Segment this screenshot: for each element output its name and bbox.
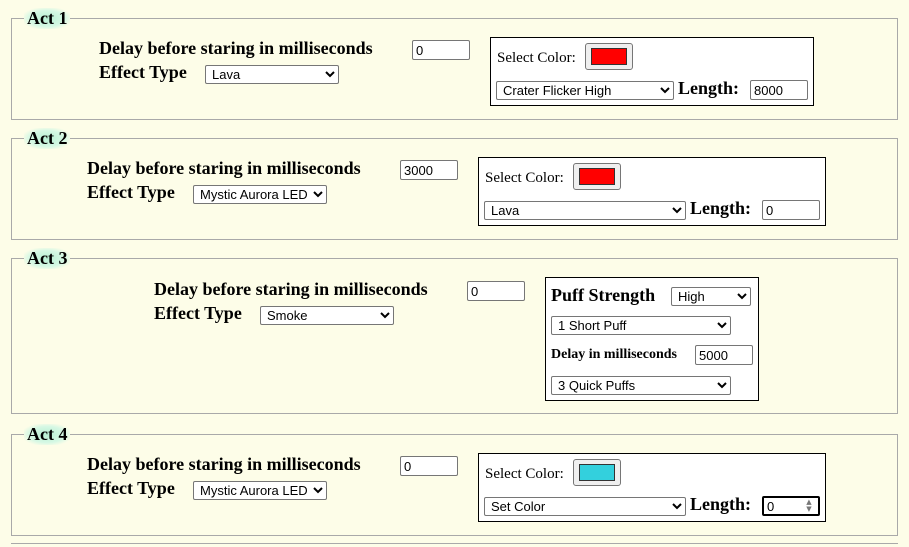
act-4-length-spinner-icon[interactable]: ▲ ▼ [804, 499, 814, 513]
act-3-puff-delay-input[interactable] [695, 345, 753, 365]
act-4-legend: Act 4 [24, 424, 71, 445]
act-3-fieldset: Act 3 Delay before staring in millisecon… [11, 248, 898, 414]
act-1-length-input[interactable] [750, 80, 808, 100]
act-4-fieldset: Act 4 Delay before staring in millisecon… [11, 424, 898, 536]
act-3-smoke-box: Puff Strength High 1 Short Puff Delay in… [545, 277, 759, 401]
act-1-color-picker[interactable] [585, 43, 633, 70]
act-3-puff-pattern2-select[interactable]: 3 Quick Puffs [551, 376, 731, 395]
act-3-puff-delay-label: Delay in milliseconds [551, 347, 678, 362]
act-4-delay-label: Delay before staring in milliseconds [87, 454, 361, 474]
act-4-color-picker[interactable] [573, 459, 621, 486]
act-4-length-label: Length: [690, 494, 752, 514]
act-4-select-color-label: Select Color: [485, 466, 564, 482]
act-1-fieldset: Act 1 Delay before staring in millisecon… [11, 8, 898, 120]
act-2-fieldset: Act 2 Delay before staring in millisecon… [11, 128, 898, 240]
act-2-effect-select[interactable]: Mystic Aurora LED [193, 185, 327, 204]
act-4-effect-label: Effect Type [87, 478, 175, 498]
act-1-legend: Act 1 [24, 8, 71, 29]
act-3-puff-strength-select[interactable]: High [671, 287, 751, 306]
act-2-effect-label: Effect Type [87, 182, 175, 202]
act-1-pattern-select[interactable]: Crater Flicker High [496, 81, 674, 100]
act-1-length-label: Length: [678, 78, 740, 98]
act-2-length-input[interactable] [762, 200, 820, 220]
act-3-delay-input[interactable] [467, 281, 525, 301]
act-2-delay-input[interactable] [400, 160, 458, 180]
act-3-delay-label: Delay before staring in milliseconds [154, 279, 428, 299]
act-2-color-picker[interactable] [573, 163, 621, 190]
act-1-select-color-label: Select Color: [497, 50, 576, 66]
act-4-color-swatch [579, 464, 615, 481]
act-4-led-box: Select Color: Set Color Length: ▲▼ [478, 453, 826, 522]
act-1-color-swatch [591, 48, 627, 65]
act-1-delay-input[interactable] [412, 40, 470, 60]
act-2-length-label: Length: [690, 198, 752, 218]
act-2-pattern-select[interactable]: Lava [484, 201, 686, 220]
act-4-pattern-select[interactable]: Set Color [484, 497, 686, 516]
act-4-effect-select[interactable]: Mystic Aurora LED [193, 481, 327, 500]
act-1-led-box: Select Color: Crater Flicker High Length… [490, 37, 814, 106]
act-3-effect-select[interactable]: Smoke [260, 306, 394, 325]
act-2-delay-label: Delay before staring in milliseconds [87, 158, 361, 178]
act-4-delay-input[interactable] [400, 456, 458, 476]
act-3-puff-pattern-select[interactable]: 1 Short Puff [551, 316, 731, 335]
act-3-legend: Act 3 [24, 248, 71, 269]
act-1-delay-label: Delay before staring in milliseconds [99, 38, 373, 58]
act-2-legend: Act 2 [24, 128, 71, 149]
act-2-color-swatch [579, 168, 615, 185]
act-1-effect-label: Effect Type [99, 62, 187, 82]
bottom-divider [11, 543, 898, 544]
act-3-effect-label: Effect Type [154, 303, 242, 323]
act-3-puff-strength-label: Puff Strength [551, 285, 656, 305]
act-2-select-color-label: Select Color: [485, 170, 564, 186]
act-1-effect-select[interactable]: Lava [205, 65, 339, 84]
act-2-led-box: Select Color: Lava Length: [478, 157, 826, 226]
